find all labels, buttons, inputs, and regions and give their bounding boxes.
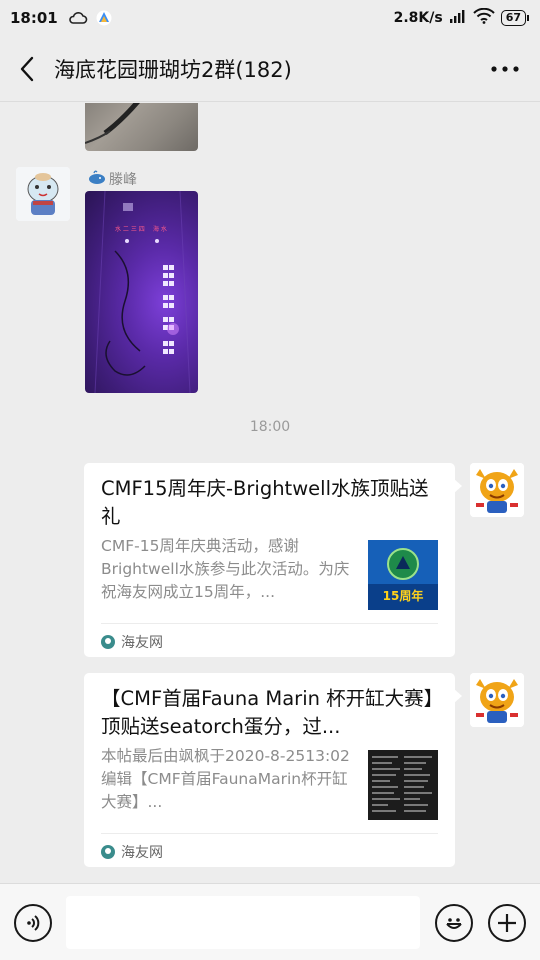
smiley-icon bbox=[446, 918, 462, 929]
link-card-description: 本帖最后由飒枫于2020-8-2513:02编辑【CMF首届FaunaMarin… bbox=[101, 747, 350, 811]
message-text-input[interactable] bbox=[66, 896, 420, 949]
emoji-button[interactable] bbox=[435, 904, 473, 942]
my-avatar[interactable] bbox=[470, 463, 524, 517]
more-functions-button[interactable] bbox=[488, 904, 526, 942]
image-message-aquarium-light[interactable]: 水 二 三 四 海 水 bbox=[85, 191, 198, 393]
link-card[interactable]: CMF15周年庆-Brightwell水族顶贴送礼 CMF-15周年庆典活动，感… bbox=[84, 463, 462, 657]
more-dots-icon bbox=[491, 65, 519, 72]
battery-indicator: 67 bbox=[500, 10, 530, 26]
app-notification-icon bbox=[96, 10, 112, 26]
link-card[interactable]: 【CMF首届Fauna Marin 杯开缸大赛】顶贴送seatorch蛋分，过.… bbox=[84, 673, 462, 867]
signal-icon bbox=[449, 9, 467, 27]
sender-name-label: 滕峰 bbox=[109, 172, 137, 188]
link-card-title: CMF15周年庆-Brightwell水族顶贴送礼 bbox=[101, 477, 429, 528]
wifi-icon bbox=[472, 7, 495, 28]
plus-icon bbox=[498, 914, 516, 932]
link-card-title: 【CMF首届Fauna Marin 杯开缸大赛】顶贴送seatorch蛋分，过.… bbox=[101, 687, 434, 738]
cloud-icon bbox=[68, 11, 88, 25]
source-logo-icon bbox=[101, 845, 115, 859]
whale-badge-icon bbox=[88, 170, 106, 188]
link-card-source-label: 海友网 bbox=[121, 635, 163, 651]
link-card-source: 海友网 bbox=[101, 632, 163, 652]
link-card-description: CMF-15周年庆典活动，感谢Brightwell水族参与此次活动。为庆祝海友网… bbox=[101, 537, 350, 601]
chat-message-list[interactable]: 滕峰 水 二 三 四 海 水 18:00 CMF15周年庆-Brightwell… bbox=[0, 103, 540, 883]
chat-title: 海底花园珊瑚坊2群(182) bbox=[54, 57, 292, 82]
link-card-divider bbox=[101, 833, 438, 834]
source-logo-icon bbox=[101, 635, 115, 649]
back-button[interactable] bbox=[0, 36, 54, 102]
svg-text:水 二 三 四: 水 二 三 四 bbox=[115, 225, 145, 233]
chevron-left-icon bbox=[20, 56, 34, 81]
svg-text:海 水: 海 水 bbox=[153, 225, 167, 233]
link-card-source: 海友网 bbox=[101, 842, 163, 862]
link-card-source-label: 海友网 bbox=[121, 845, 163, 861]
chat-header: 海底花园珊瑚坊2群(182) bbox=[0, 36, 540, 102]
sender-avatar[interactable] bbox=[16, 167, 70, 221]
image-message-partial[interactable] bbox=[85, 103, 198, 151]
message-input-bar bbox=[0, 883, 540, 960]
link-card-divider bbox=[101, 623, 438, 624]
voice-input-button[interactable] bbox=[14, 904, 52, 942]
more-options-button[interactable] bbox=[470, 36, 540, 102]
status-bar: 18:01 2.8K/s 67 bbox=[0, 0, 540, 36]
status-time: 18:01 bbox=[10, 9, 58, 27]
message-timestamp: 18:00 bbox=[249, 419, 291, 435]
sender-name: 滕峰 bbox=[88, 169, 137, 189]
thumbnail-15th-anniversary-label: 15周年 bbox=[383, 588, 424, 603]
link-card-thumbnail: 15周年 bbox=[368, 540, 438, 610]
link-card-thumbnail bbox=[368, 750, 438, 820]
my-avatar[interactable] bbox=[470, 673, 524, 727]
network-speed: 2.8K/s bbox=[393, 10, 443, 26]
voice-icon bbox=[27, 915, 40, 931]
